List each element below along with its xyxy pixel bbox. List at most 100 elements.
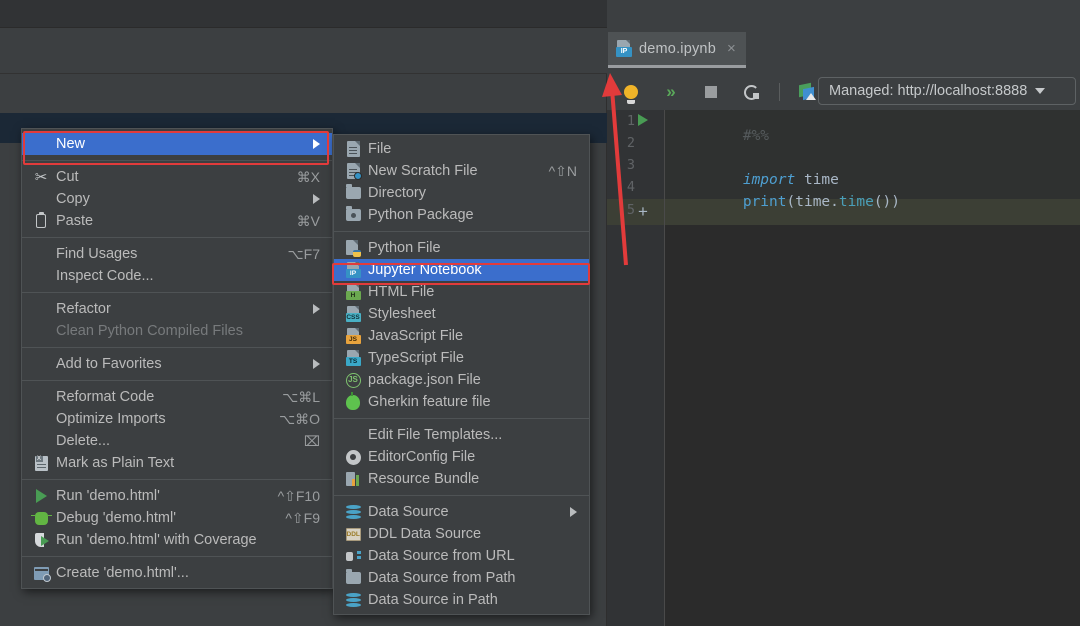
file-icon	[342, 140, 364, 158]
menu-item-debug-demo-html[interactable]: Debug 'demo.html' ^⇧F9	[22, 507, 332, 529]
menu-shortcut: ⌥⌘L	[282, 389, 320, 406]
gherkin-icon	[342, 393, 364, 411]
submenu-item-python-file[interactable]: Python File	[334, 237, 589, 259]
submenu-item-directory[interactable]: Directory	[334, 182, 589, 204]
menu-item-refactor[interactable]: Refactor	[22, 298, 332, 320]
menu-item-icon-placeholder	[30, 245, 52, 263]
menu-item-icon-placeholder	[30, 267, 52, 285]
chevron-right-icon	[313, 194, 320, 204]
chevron-right-icon	[570, 507, 577, 517]
coverage-icon	[30, 531, 52, 549]
menu-item-run-demo-html[interactable]: Run 'demo.html' ^⇧F10	[22, 485, 332, 507]
database-icon	[342, 503, 364, 521]
submenu-item-edit-file-templates[interactable]: Edit File Templates...	[334, 424, 589, 446]
menu-shortcut: ^⇧N	[549, 163, 577, 180]
chevron-right-icon	[313, 139, 320, 149]
submenu-item-package-json-file[interactable]: JS package.json File	[334, 369, 589, 391]
close-icon[interactable]: ×	[727, 40, 736, 57]
submenu-separator	[334, 418, 589, 419]
submenu-item-data-source-from-path[interactable]: Data Source from Path	[334, 567, 589, 589]
line-number: 5	[613, 202, 635, 218]
clipboard-icon	[30, 212, 52, 230]
code-content[interactable]: #%% import time print(time.time())	[665, 110, 1080, 626]
menu-item-icon-placeholder	[30, 388, 52, 406]
nodejs-icon: JS	[342, 371, 364, 389]
menu-shortcut: ^⇧F10	[278, 488, 320, 505]
intentions-bulb-icon[interactable]	[619, 80, 643, 104]
submenu-item-html-file[interactable]: H HTML File	[334, 281, 589, 303]
line-number: 3	[613, 157, 635, 173]
submenu-item-data-source-from-url[interactable]: Data Source from URL	[334, 545, 589, 567]
submenu-item-gherkin-feature-file[interactable]: Gherkin feature file	[334, 391, 589, 413]
submenu-separator	[334, 495, 589, 496]
editor-tab-demo-ipynb[interactable]: IP demo.ipynb ×	[608, 32, 746, 68]
editor-tabbar: IP demo.ipynb ×	[607, 28, 1080, 74]
submenu-item-stylesheet[interactable]: CSS Stylesheet	[334, 303, 589, 325]
folder-icon	[342, 184, 364, 202]
menu-item-mark-as-plain-text[interactable]: X Mark as Plain Text	[22, 452, 332, 474]
menu-item-add-to-favorites[interactable]: Add to Favorites	[22, 353, 332, 375]
line-number: 1	[613, 113, 635, 129]
submenu-item-resource-bundle[interactable]: Resource Bundle	[334, 468, 589, 490]
scratch-file-icon	[342, 162, 364, 180]
new-submenu[interactable]: File New Scratch File ^⇧N Directory Pyth…	[333, 134, 590, 615]
typescript-file-icon: TS	[342, 349, 364, 367]
menu-separator	[22, 479, 332, 480]
jupyter-notebook-icon: IP	[342, 261, 364, 279]
menu-item-icon-placeholder	[30, 355, 52, 373]
left-panel-toolbar	[0, 28, 607, 74]
menu-item-inspect-code[interactable]: Inspect Code...	[22, 265, 332, 287]
submenu-item-file[interactable]: File	[334, 138, 589, 160]
menu-item-reformat-code[interactable]: Reformat Code ⌥⌘L	[22, 386, 332, 408]
line-number: 2	[613, 135, 635, 151]
submenu-item-ddl-data-source[interactable]: DDL DDL Data Source	[334, 523, 589, 545]
menu-separator	[22, 380, 332, 381]
submenu-item-javascript-file[interactable]: JS JavaScript File	[334, 325, 589, 347]
jupyter-toolbar-divider	[779, 83, 780, 101]
submenu-item-new-scratch-file[interactable]: New Scratch File ^⇧N	[334, 160, 589, 182]
submenu-item-data-source-in-path[interactable]: Data Source in Path	[334, 589, 589, 611]
menu-item-find-usages[interactable]: Find Usages ⌥F7	[22, 243, 332, 265]
submenu-item-editorconfig-file[interactable]: EditorConfig File	[334, 446, 589, 468]
code-line-1: #%%	[673, 112, 769, 160]
ide-window: IP demo.ipynb × » Managed: http://localh…	[0, 0, 1080, 626]
menu-item-create-demo-html[interactable]: Create 'demo.html'...	[22, 562, 332, 584]
run-cell-icon[interactable]	[638, 114, 648, 126]
resource-bundle-icon	[342, 470, 364, 488]
restart-kernel-icon[interactable]	[739, 80, 763, 104]
menu-item-optimize-imports[interactable]: Optimize Imports ⌥⌘O	[22, 408, 332, 430]
menu-item-delete[interactable]: Delete... ⌧	[22, 430, 332, 452]
code-line-4: print(time.time())	[673, 178, 900, 226]
menu-item-icon-placeholder	[30, 322, 52, 340]
submenu-item-python-package[interactable]: Python Package	[334, 204, 589, 226]
jupyter-server-selector[interactable]: Managed: http://localhost:8888	[818, 77, 1076, 105]
add-cell-icon[interactable]: +	[638, 204, 648, 220]
upload-icon[interactable]	[796, 80, 820, 104]
stop-icon[interactable]	[699, 80, 723, 104]
menu-item-cut[interactable]: ✂ Cut ⌘X	[22, 166, 332, 188]
menu-separator	[22, 292, 332, 293]
menu-shortcut: ^⇧F9	[285, 510, 320, 527]
menu-item-paste[interactable]: Paste ⌘V	[22, 210, 332, 232]
menu-separator	[22, 160, 332, 161]
menu-shortcut: ⌘V	[297, 213, 320, 230]
menu-item-run-demo-html-with-coverage[interactable]: Run 'demo.html' with Coverage	[22, 529, 332, 551]
submenu-item-typescript-file[interactable]: TS TypeScript File	[334, 347, 589, 369]
editor-tab-title: demo.ipynb	[639, 41, 716, 57]
menu-item-icon-placeholder	[30, 190, 52, 208]
plain-text-icon: X	[30, 454, 52, 472]
context-menu[interactable]: New ✂ Cut ⌘X Copy Paste ⌘V Find Usages ⌥…	[21, 128, 333, 589]
folder-open-icon	[342, 569, 364, 587]
chevron-down-icon	[1035, 88, 1045, 94]
menu-item-icon-placeholder	[30, 300, 52, 318]
menu-item-copy[interactable]: Copy	[22, 188, 332, 210]
submenu-item-data-source[interactable]: Data Source	[334, 501, 589, 523]
menu-item-clean-python-compiled-files: Clean Python Compiled Files	[22, 320, 332, 342]
submenu-item-jupyter-notebook[interactable]: IP Jupyter Notebook	[334, 259, 589, 281]
scissors-icon: ✂	[30, 168, 52, 186]
run-all-cells-icon[interactable]: »	[659, 80, 683, 104]
jupyter-server-label: Managed: http://localhost:8888	[829, 83, 1027, 99]
menu-separator	[22, 556, 332, 557]
notebook-editor[interactable]: 1 2 3 4 5 + #%% import time print(time.t…	[607, 110, 1080, 626]
menu-item-new[interactable]: New	[22, 133, 332, 155]
